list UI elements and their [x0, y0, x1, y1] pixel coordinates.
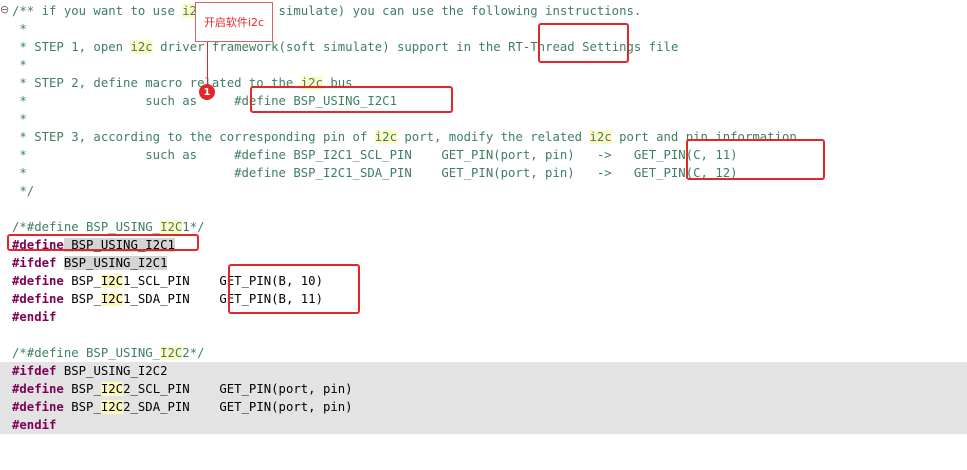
code-line[interactable]: * STEP 1, open i2c driver framework(soft…	[0, 38, 967, 56]
annotation-callout: 开启软件i2c	[195, 2, 273, 42]
step-marker-badge: 1	[199, 84, 215, 100]
code-line[interactable]: * STEP 2, define macro related to the i2…	[0, 74, 967, 92]
highlight-box-get-pin-c	[686, 139, 825, 180]
code-line[interactable]: #define BSP_I2C1_SDA_PIN GET_PIN(B, 11)	[0, 290, 967, 308]
inactive-code-line[interactable]: #endif	[0, 416, 967, 434]
inactive-code-line[interactable]: #define BSP_I2C2_SDA_PIN GET_PIN(port, p…	[0, 398, 967, 416]
ifdef-statement: #ifdef BSP_USING_I2C2	[12, 364, 168, 378]
code-line[interactable]: #endif	[0, 308, 967, 326]
define-statement: #define BSP_I2C2_SCL_PIN GET_PIN(port, p…	[12, 382, 353, 396]
comment-text: /** if you want to use i2c bus(soft simu…	[12, 4, 642, 18]
callout-leader-line	[207, 42, 208, 90]
code-line[interactable]: *	[0, 56, 967, 74]
code-line[interactable]: *	[0, 110, 967, 128]
code-line[interactable]: *	[0, 20, 967, 38]
comment-text: * #define BSP_I2C1_SDA_PIN GET_PIN(port,…	[12, 166, 738, 180]
comment-text: /*#define BSP_USING_I2C2*/	[12, 346, 205, 360]
ifdef-statement: #ifdef BSP_USING_I2C1	[12, 256, 168, 270]
code-line[interactable]: #define BSP_I2C1_SCL_PIN GET_PIN(B, 10)	[0, 272, 967, 290]
code-editor[interactable]: ⊖ /** if you want to use i2c bus(soft si…	[0, 0, 967, 440]
inactive-code-line[interactable]: #define BSP_I2C2_SCL_PIN GET_PIN(port, p…	[0, 380, 967, 398]
code-line[interactable]: #ifdef BSP_USING_I2C1	[0, 254, 967, 272]
highlight-box-rt-thread	[538, 23, 629, 63]
highlight-box-define-line	[7, 234, 199, 251]
highlight-box-get-pin-b	[228, 264, 360, 314]
define-statement: #define BSP_I2C2_SDA_PIN GET_PIN(port, p…	[12, 400, 353, 414]
code-line[interactable]: /*#define BSP_USING_I2C2*/	[0, 344, 967, 362]
comment-text: * such as #define BSP_I2C1_SCL_PIN GET_P…	[12, 148, 738, 162]
code-line[interactable]: ⊖ /** if you want to use i2c bus(soft si…	[0, 2, 967, 20]
code-line[interactable]: */	[0, 182, 967, 200]
fold-toggle-icon[interactable]: ⊖	[0, 4, 12, 16]
comment-text: * STEP 3, according to the corresponding…	[12, 130, 797, 144]
highlight-box-define-i2c1	[250, 86, 453, 113]
code-line[interactable]: * such as #define BSP_USING_I2C1	[0, 92, 967, 110]
inactive-code-line[interactable]: #ifdef BSP_USING_I2C2	[0, 362, 967, 380]
